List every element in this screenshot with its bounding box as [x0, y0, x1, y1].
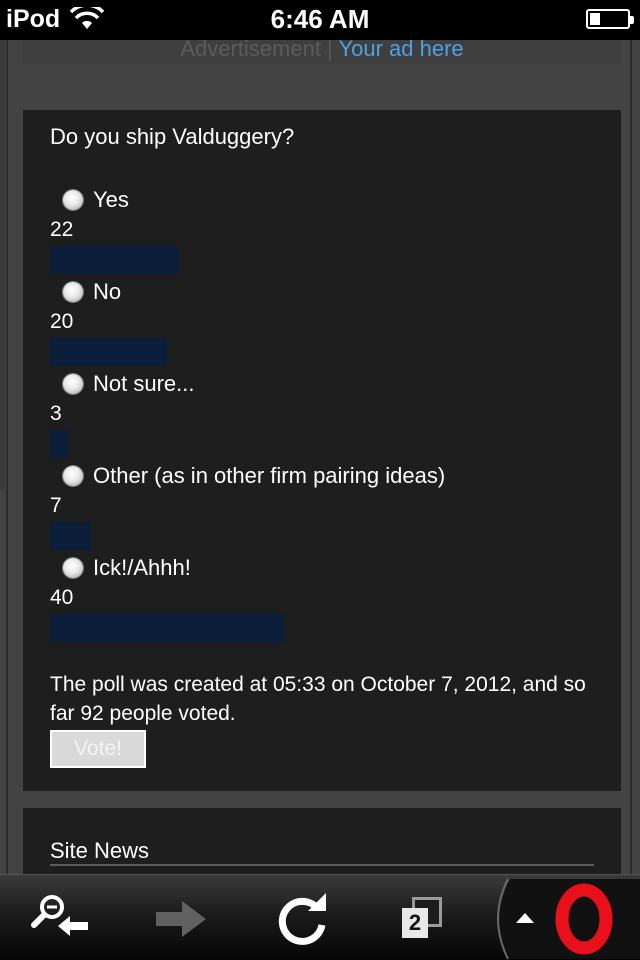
divider	[50, 864, 594, 866]
radio-yes[interactable]	[63, 190, 83, 210]
vote-count: 20	[50, 310, 74, 333]
ad-link[interactable]: Your ad here	[338, 40, 463, 61]
option-label[interactable]: Ick!/Ahhh!	[93, 555, 191, 581]
zoom-out-back-button[interactable]	[28, 875, 100, 960]
radio-ick[interactable]	[63, 558, 83, 578]
poll-panel: Do you ship Valduggery? Yes 22 No 20 Not…	[23, 110, 621, 791]
radio-other[interactable]	[63, 466, 83, 486]
radio-not-sure[interactable]	[63, 374, 83, 394]
radio-no[interactable]	[63, 282, 83, 302]
reload-icon	[278, 893, 326, 945]
poll-option: No 20	[50, 276, 610, 366]
ad-bar: Advertisement | Your ad here	[23, 40, 621, 64]
poll-question: Do you ship Valduggery?	[50, 124, 295, 149]
option-label[interactable]: No	[93, 279, 121, 305]
vote-bar	[50, 430, 68, 458]
ad-separator: |	[320, 40, 339, 61]
poll-summary: The poll was created at 05:33 on October…	[50, 673, 586, 725]
vote-count: 7	[50, 494, 62, 517]
option-label[interactable]: Not sure...	[93, 371, 194, 397]
vote-count: 22	[50, 218, 74, 241]
reload-button[interactable]	[268, 875, 340, 960]
option-label[interactable]: Other (as in other firm pairing ideas)	[93, 463, 445, 489]
vote-bar	[50, 614, 284, 642]
forward-arrow-icon	[156, 901, 206, 937]
clock: 6:46 AM	[270, 4, 370, 34]
poll-option: Other (as in other firm pairing ideas) 7	[50, 460, 610, 550]
status-bar: iPod 6:46 AM	[0, 0, 640, 40]
vote-count: 40	[50, 586, 74, 609]
left-edge-shade	[0, 40, 5, 490]
vote-count: 3	[50, 402, 62, 425]
tab-count-badge: 2	[402, 908, 428, 938]
battery-icon	[586, 9, 634, 29]
browser-toolbar: 2	[0, 874, 640, 960]
vote-bar	[50, 338, 167, 366]
vote-bar	[50, 246, 179, 274]
site-news-title: Site News	[50, 838, 150, 863]
zoom-out-back-icon	[31, 895, 88, 936]
tabs-button[interactable]: 2	[388, 875, 460, 960]
poll-option: Ick!/Ahhh! 40	[50, 552, 610, 642]
opera-menu-button[interactable]	[486, 875, 640, 960]
vote-button[interactable]: Vote!	[50, 730, 146, 768]
page-viewport[interactable]: Advertisement | Your ad here Do you ship…	[0, 40, 640, 874]
left-border	[6, 40, 8, 874]
forward-button[interactable]	[148, 875, 220, 960]
right-border	[630, 40, 632, 874]
opera-menu-graphic	[497, 878, 640, 960]
ad-label: Advertisement	[180, 40, 321, 61]
option-label[interactable]: Yes	[93, 187, 129, 213]
poll-option: Yes 22	[50, 184, 610, 274]
poll-option: Not sure... 3	[50, 368, 610, 458]
vote-bar	[50, 522, 91, 550]
site-news-panel: Site News	[23, 808, 621, 874]
